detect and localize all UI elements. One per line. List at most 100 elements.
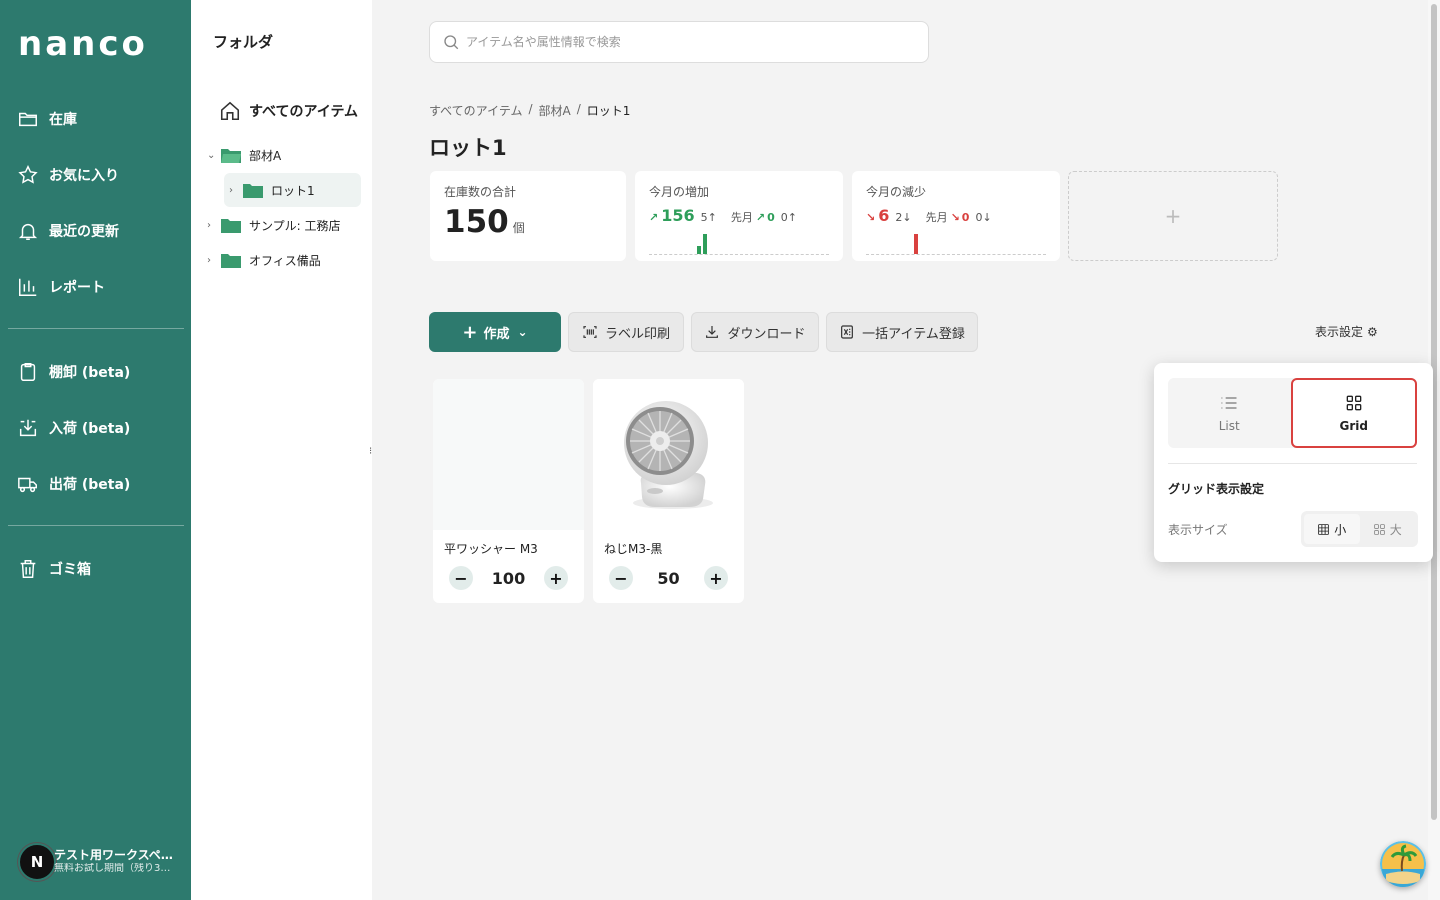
all-items-label: すべてのアイテム bbox=[249, 104, 359, 120]
trending-up-icon: ↗ bbox=[755, 211, 766, 224]
sidebar-divider bbox=[8, 525, 184, 526]
item-quantity[interactable]: 100 bbox=[492, 569, 525, 588]
grid-view-option[interactable]: Grid bbox=[1290, 378, 1417, 448]
stat-monthly-increase[interactable]: 今月の増加 ↗ 156 5 ↑ 先月 ↗ 0 0 ↑ bbox=[635, 171, 843, 261]
sidebar-item-label: レポート bbox=[49, 280, 105, 296]
stat-label: 在庫数の合計 bbox=[444, 185, 517, 199]
chevron-down-icon[interactable]: ⌄ bbox=[207, 150, 217, 161]
grid-settings-heading: グリッド表示設定 bbox=[1168, 482, 1265, 496]
folder-open-icon bbox=[16, 107, 40, 131]
sidebar-item-favorites[interactable]: お気に入り bbox=[16, 159, 176, 191]
search-icon bbox=[444, 35, 459, 50]
prev-month-value: 0 bbox=[767, 211, 775, 224]
item-quantity[interactable]: 50 bbox=[657, 569, 679, 588]
bulk-register-button[interactable]: 一括アイテム登録 bbox=[826, 312, 978, 352]
prev-month-value: 0 bbox=[961, 211, 970, 224]
item-card[interactable]: 平ワッシャー M3 − 100 + bbox=[433, 379, 584, 603]
folder-tree-item[interactable]: › サンプル: 工務店 bbox=[207, 208, 367, 242]
decrease-sparkline bbox=[866, 233, 1046, 255]
stat-monthly-decrease[interactable]: 今月の減少 ↘ 6 2 ↓ 先月 ↘ 0 0 ↓ bbox=[852, 171, 1060, 261]
breadcrumb-current: ロット1 bbox=[586, 104, 631, 118]
list-view-option[interactable]: List bbox=[1168, 378, 1291, 448]
item-card[interactable]: ねじM3-黒 − 50 + bbox=[593, 379, 744, 603]
download-button[interactable]: ダウンロード bbox=[691, 312, 819, 352]
gear-icon: ⚙ bbox=[1367, 324, 1378, 339]
label-print-button[interactable]: ラベル印刷 bbox=[568, 312, 684, 352]
decrement-button[interactable]: − bbox=[609, 566, 633, 590]
workspace-trial-status: 無料お試し期間（残り3日） bbox=[54, 863, 178, 875]
sidebar-item-trash[interactable]: ゴミ箱 bbox=[16, 553, 176, 585]
breadcrumb-separator: / bbox=[576, 102, 581, 116]
search-input[interactable] bbox=[466, 35, 906, 49]
create-button[interactable]: + 作成 ⌄ bbox=[429, 312, 561, 352]
star-icon bbox=[16, 163, 40, 187]
workspace-switcher[interactable]: N テスト用ワークスペース 無料お試し期間（残り3日） bbox=[18, 842, 188, 882]
display-size-label: 表示サイズ bbox=[1168, 523, 1228, 537]
increment-button[interactable]: + bbox=[544, 566, 568, 590]
folder-tree-item-selected[interactable]: › ロット1 bbox=[224, 173, 361, 207]
arrow-down-icon: ↓ bbox=[902, 211, 912, 224]
sparkline-bar bbox=[697, 246, 701, 254]
search-bar[interactable] bbox=[429, 21, 929, 63]
grid-icon bbox=[1346, 395, 1362, 411]
breadcrumb-item[interactable]: 部材A bbox=[539, 102, 571, 119]
sidebar-divider bbox=[8, 328, 184, 329]
sidebar-item-label: ゴミ箱 bbox=[49, 562, 91, 578]
chevron-right-icon[interactable]: › bbox=[229, 185, 239, 196]
sidebar-item-label: お気に入り bbox=[49, 168, 119, 184]
stat-label: 今月の増加 bbox=[649, 185, 710, 199]
sidebar-item-recent-updates[interactable]: 最近の更新 bbox=[16, 215, 176, 247]
stat-total-stock: 在庫数の合計 150 個 bbox=[430, 171, 626, 261]
label-print-label: ラベル印刷 bbox=[604, 326, 670, 342]
fan-product-image bbox=[624, 401, 713, 509]
trash-icon bbox=[16, 557, 40, 581]
list-icon bbox=[1221, 397, 1237, 409]
all-items-link[interactable]: すべてのアイテム bbox=[219, 100, 358, 122]
folder-panel: フォルダ すべてのアイテム ⌄ 部材A › ロット1 › サンプル: 工務店 ›… bbox=[191, 0, 372, 900]
clipboard-icon bbox=[16, 360, 40, 384]
prev-month-count: 0 bbox=[780, 211, 788, 224]
size-small-option[interactable]: 小 bbox=[1304, 514, 1360, 544]
trending-down-icon: ↘ bbox=[866, 211, 876, 224]
home-icon bbox=[220, 101, 240, 121]
folder-open-icon bbox=[221, 148, 241, 163]
add-stat-card-button[interactable]: + bbox=[1068, 171, 1278, 261]
decrement-button[interactable]: − bbox=[449, 566, 473, 590]
workspace-name: テスト用ワークスペース bbox=[54, 848, 178, 863]
folder-label: ロット1 bbox=[271, 183, 315, 198]
page-title: ロット1 bbox=[429, 136, 507, 160]
excel-icon bbox=[841, 325, 854, 339]
size-large-option[interactable]: 大 bbox=[1360, 514, 1416, 544]
sidebar-item-label: 棚卸 (beta) bbox=[49, 365, 131, 381]
grid-icon bbox=[1373, 523, 1385, 535]
chevron-right-icon[interactable]: › bbox=[207, 220, 217, 231]
app-logo[interactable]: nanco bbox=[18, 24, 148, 64]
plus-icon: + bbox=[462, 321, 478, 343]
folder-label: サンプル: 工務店 bbox=[249, 218, 341, 233]
sparkline-bar bbox=[703, 234, 707, 254]
stat-value: 156 bbox=[661, 206, 695, 225]
help-chat-icon[interactable] bbox=[1380, 841, 1426, 887]
sidebar-item-report[interactable]: レポート bbox=[16, 271, 176, 303]
folder-panel-title: フォルダ bbox=[213, 33, 274, 51]
sidebar-item-inventory[interactable]: 在庫 bbox=[16, 103, 176, 135]
trending-down-icon: ↘ bbox=[950, 211, 960, 224]
sparkline-bar bbox=[914, 234, 918, 254]
prev-month-label: 先月 bbox=[925, 211, 948, 224]
table-grid-icon bbox=[1318, 523, 1330, 535]
increment-button[interactable]: + bbox=[703, 566, 728, 590]
prev-month-count: 0 bbox=[975, 211, 983, 224]
sidebar-item-shipping[interactable]: 出荷 (beta) bbox=[16, 468, 176, 500]
sidebar-item-receiving[interactable]: 入荷 (beta) bbox=[16, 412, 176, 444]
display-settings-button[interactable]: 表示設定 ⚙ bbox=[1315, 323, 1378, 340]
bar-chart-icon bbox=[16, 275, 40, 299]
avatar: N bbox=[18, 843, 56, 881]
item-image bbox=[593, 379, 744, 530]
breadcrumb-item[interactable]: すべてのアイテム bbox=[429, 102, 522, 119]
folder-tree-item[interactable]: ⌄ 部材A bbox=[207, 138, 357, 172]
breadcrumb-separator: / bbox=[528, 102, 533, 116]
chevron-right-icon[interactable]: › bbox=[207, 255, 217, 266]
view-option-label: Grid bbox=[1339, 419, 1368, 433]
sidebar-item-stocktake[interactable]: 棚卸 (beta) bbox=[16, 356, 176, 388]
folder-tree-item[interactable]: › オフィス備品 bbox=[207, 243, 367, 277]
